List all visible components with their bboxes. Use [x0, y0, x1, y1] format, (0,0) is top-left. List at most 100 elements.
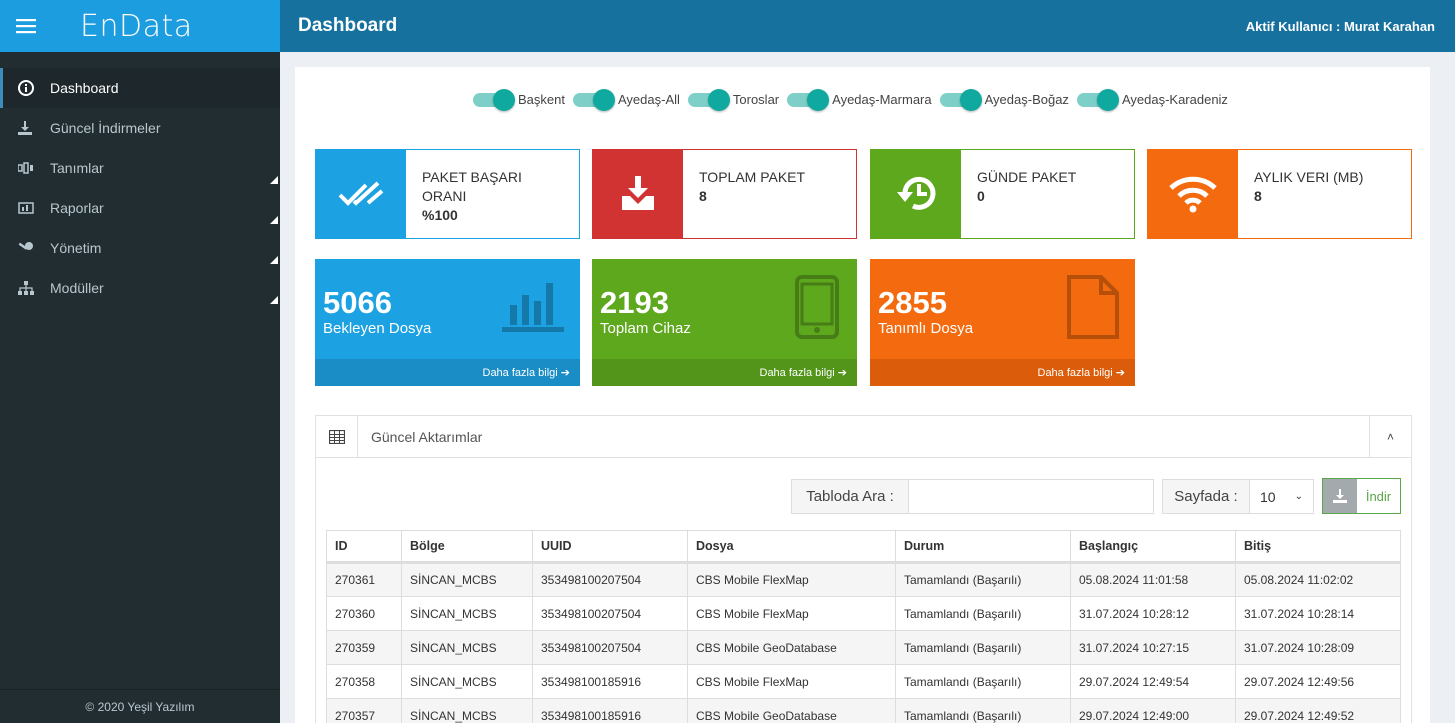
column-header[interactable]: Bölge	[401, 530, 533, 564]
toggle-toroslar[interactable]: Toroslar	[687, 89, 779, 111]
sitemap-icon	[18, 281, 50, 295]
table-search: Tabloda Ara :	[791, 479, 1154, 514]
search-input[interactable]	[909, 480, 1153, 513]
page-size-group: Sayfada : 10 ⌄	[1162, 479, 1314, 514]
submenu-caret-icon	[270, 216, 278, 224]
menu-toggle-button[interactable]	[0, 0, 52, 52]
table-cell: 353498100185916	[532, 698, 688, 723]
history-icon	[871, 150, 961, 238]
stat-number: 2855	[878, 285, 947, 320]
download-icon	[1323, 479, 1357, 513]
chevron-up-icon: ˄	[1386, 430, 1394, 444]
toggle-label: Başkent	[518, 91, 565, 107]
stat-box-defined-files: 2855 Tanımlı Dosya Daha fazla bilgi ➔	[870, 259, 1135, 386]
table-cell: 29.07.2024 12:49:52	[1235, 698, 1401, 723]
download-icon	[18, 121, 50, 135]
sidebar-item-label: Güncel İndirmeler	[50, 120, 161, 136]
page-size-select[interactable]: 10 ⌄	[1250, 480, 1313, 513]
more-info-link[interactable]: Daha fazla bilgi ➔	[592, 359, 857, 386]
table-row[interactable]: 270359 SİNCAN_MCBS 353498100207504 CBS M…	[326, 630, 1401, 665]
info-circle-icon	[18, 80, 50, 96]
page-size-value: 10	[1260, 488, 1276, 505]
toggle-switch[interactable]	[572, 89, 615, 111]
info-box-monthly-data: AYLIK VERI (MB) 8	[1147, 149, 1412, 239]
more-info-label: Daha fazla bilgi	[759, 366, 835, 379]
sidebar-item-modules[interactable]: Modüller	[0, 268, 280, 308]
arrow-right-icon: ➔	[560, 367, 570, 379]
info-box-title: GÜNDE PAKET	[977, 169, 1077, 185]
sidebar-item-reports[interactable]: Raporlar	[0, 188, 280, 228]
submenu-caret-icon	[270, 176, 278, 184]
more-info-link[interactable]: Daha fazla bilgi ➔	[870, 359, 1135, 386]
sidebar-item-current-downloads[interactable]: Güncel İndirmeler	[0, 108, 280, 148]
collapse-button[interactable]: ˄	[1369, 416, 1411, 458]
sidebar-item-dashboard[interactable]: Dashboard	[0, 68, 280, 108]
more-info-label: Daha fazla bilgi	[1037, 366, 1113, 379]
table-row[interactable]: 270357 SİNCAN_MCBS 353498100185916 CBS M…	[326, 698, 1401, 723]
double-check-icon	[316, 150, 406, 238]
column-header[interactable]: Başlangıç	[1070, 530, 1236, 564]
table-cell: Tamamlandı (Başarılı)	[895, 562, 1071, 597]
toggle-switch[interactable]	[1076, 89, 1119, 111]
stat-caption: Tanımlı Dosya	[878, 320, 974, 337]
column-header[interactable]: UUID	[532, 530, 688, 564]
toggle-label: Ayedaş-Karadeniz	[1121, 91, 1228, 107]
sidebar-menu: Dashboard Güncel İndirmeler Tanımlar Rap…	[0, 68, 280, 308]
table-row[interactable]: 270358 SİNCAN_MCBS 353498100185916 CBS M…	[326, 664, 1401, 699]
active-user-label[interactable]: Aktif Kullanıcı : Murat Karahan	[1246, 19, 1435, 34]
toggle-switch[interactable]	[939, 89, 982, 111]
table-cell: 353498100185916	[532, 664, 688, 699]
table-row[interactable]: 270361 SİNCAN_MCBS 353498100207504 CBS M…	[326, 562, 1401, 597]
toggle-switch[interactable]	[687, 89, 730, 111]
table-cell: 29.07.2024 12:49:56	[1235, 664, 1401, 699]
stat-box-total-devices: 2193 Toplam Cihaz Daha fazla bilgi ➔	[592, 259, 857, 386]
brand-logo[interactable]: EnData	[80, 9, 193, 44]
toggle-label: Ayedaş-All	[617, 91, 680, 107]
table-row[interactable]: 270360 SİNCAN_MCBS 353498100207504 CBS M…	[326, 596, 1401, 631]
column-header[interactable]: ID	[326, 530, 402, 564]
region-toggles: Başkent Ayedaş-All Toroslar Ayedaş-Marma…	[473, 89, 1236, 111]
table-cell: 270357	[326, 698, 402, 723]
inbox-download-icon	[593, 150, 683, 238]
submenu-caret-icon	[270, 296, 278, 304]
toggle-ayedas-marmara[interactable]: Ayedaş-Marmara	[787, 89, 932, 111]
table-cell: 270360	[326, 596, 402, 631]
sidebar-item-label: Tanımlar	[50, 160, 104, 176]
toggle-switch[interactable]	[787, 89, 830, 111]
reports-icon	[18, 202, 50, 214]
key-icon	[18, 241, 50, 255]
stat-caption: Bekleyen Dosya	[323, 320, 432, 337]
sidebar-item-management[interactable]: Yönetim	[0, 228, 280, 268]
info-box-value: 8	[1254, 188, 1262, 204]
more-info-link[interactable]: Daha fazla bilgi ➔	[315, 359, 580, 386]
table-cell: 353498100207504	[532, 562, 688, 597]
table-cell: Tamamlandı (Başarılı)	[895, 664, 1071, 699]
definitions-icon	[18, 162, 50, 174]
panel-title: Güncel Aktarımlar	[371, 428, 483, 445]
table-cell: 353498100207504	[532, 630, 688, 665]
table-cell: 31.07.2024 10:27:15	[1070, 630, 1236, 665]
column-header[interactable]: Durum	[895, 530, 1071, 564]
toggle-baskent[interactable]: Başkent	[473, 89, 565, 111]
toggle-ayedas-all[interactable]: Ayedaş-All	[572, 89, 680, 111]
table-cell: Tamamlandı (Başarılı)	[895, 698, 1071, 723]
column-header[interactable]: Dosya	[687, 530, 896, 564]
toggle-switch[interactable]	[473, 89, 515, 111]
table-icon	[316, 415, 358, 458]
sidebar: EnData Dashboard Güncel İndirmeler Tanım…	[0, 0, 280, 723]
info-box-title: TOPLAM PAKET	[699, 169, 806, 185]
toggle-ayedas-bogaz[interactable]: Ayedaş-Boğaz	[939, 89, 1069, 111]
download-button[interactable]: İndir	[1322, 478, 1401, 514]
stat-number: 2193	[600, 285, 669, 320]
search-label: Tabloda Ara :	[792, 480, 909, 513]
table-cell: CBS Mobile GeoDatabase	[687, 630, 896, 665]
toggle-ayedas-karadeniz[interactable]: Ayedaş-Karadeniz	[1076, 89, 1228, 111]
table-cell: SİNCAN_MCBS	[401, 630, 533, 665]
table-cell: 05.08.2024 11:01:58	[1070, 562, 1236, 597]
sidebar-item-definitions[interactable]: Tanımlar	[0, 148, 280, 188]
column-header[interactable]: Bitiş	[1235, 530, 1401, 564]
info-box-title: AYLIK VERI (MB)	[1254, 169, 1364, 185]
table-cell: 31.07.2024 10:28:12	[1070, 596, 1236, 631]
table-cell: CBS Mobile FlexMap	[687, 664, 896, 699]
table-cell: CBS Mobile GeoDatabase	[687, 698, 896, 723]
